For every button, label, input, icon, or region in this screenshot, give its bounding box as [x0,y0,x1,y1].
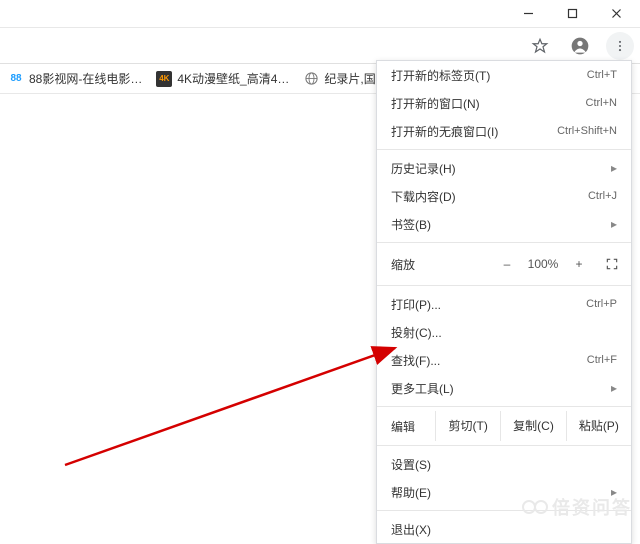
menu-separator [377,285,631,286]
menu-separator [377,242,631,243]
globe-icon [303,71,319,87]
zoom-level: 100% [521,257,565,271]
menu-item-find[interactable]: 查找(F)...Ctrl+F [377,346,631,374]
menu-item-new-tab[interactable]: 打开新的标签页(T)Ctrl+T [377,61,631,89]
bookmark-label: 4K动漫壁纸_高清4… [177,70,289,87]
favicon-icon: 4K [156,71,172,87]
zoom-out-button[interactable]: – [493,257,521,271]
watermark: 倍资问答 [522,494,632,520]
menu-item-downloads[interactable]: 下载内容(D)Ctrl+J [377,182,631,210]
edit-copy-button[interactable]: 复制(C) [500,411,565,441]
chevron-right-icon: ▸ [611,161,617,175]
window-titlebar [0,0,640,28]
menu-item-cast[interactable]: 投射(C)... [377,318,631,346]
zoom-in-button[interactable]: + [565,257,593,271]
fullscreen-button[interactable] [593,257,631,271]
menu-separator [377,406,631,407]
menu-item-history[interactable]: 历史记录(H)▸ [377,154,631,182]
close-button[interactable] [594,0,638,28]
menu-item-more-tools[interactable]: 更多工具(L)▸ [377,374,631,402]
edit-paste-button[interactable]: 粘贴(P) [566,411,631,441]
favicon-icon: 88 [8,71,24,87]
menu-item-incognito[interactable]: 打开新的无痕窗口(I)Ctrl+Shift+N [377,117,631,145]
menu-item-print[interactable]: 打印(P)...Ctrl+P [377,290,631,318]
minimize-button[interactable] [506,0,550,28]
chevron-right-icon: ▸ [611,217,617,231]
bookmark-item[interactable]: 4K 4K动漫壁纸_高清4… [156,70,289,87]
browser-toolbar [0,28,640,64]
annotation-arrow [60,340,420,470]
profile-icon[interactable] [566,32,594,60]
menu-item-new-window[interactable]: 打开新的窗口(N)Ctrl+N [377,89,631,117]
star-icon[interactable] [526,32,554,60]
menu-item-settings[interactable]: 设置(S) [377,450,631,478]
menu-item-bookmarks[interactable]: 书签(B)▸ [377,210,631,238]
menu-button[interactable] [606,32,634,60]
edit-cut-button[interactable]: 剪切(T) [435,411,500,441]
maximize-button[interactable] [550,0,594,28]
chevron-right-icon: ▸ [611,381,617,395]
menu-separator [377,149,631,150]
main-menu: 打开新的标签页(T)Ctrl+T 打开新的窗口(N)Ctrl+N 打开新的无痕窗… [376,60,632,544]
menu-separator [377,445,631,446]
menu-item-zoom: 缩放 – 100% + [377,247,631,281]
bookmark-label: 88影视网-在线电影… [29,70,142,87]
menu-item-edit: 编辑 剪切(T) 复制(C) 粘贴(P) [377,411,631,441]
bookmark-item[interactable]: 88 88影视网-在线电影… [8,70,142,87]
